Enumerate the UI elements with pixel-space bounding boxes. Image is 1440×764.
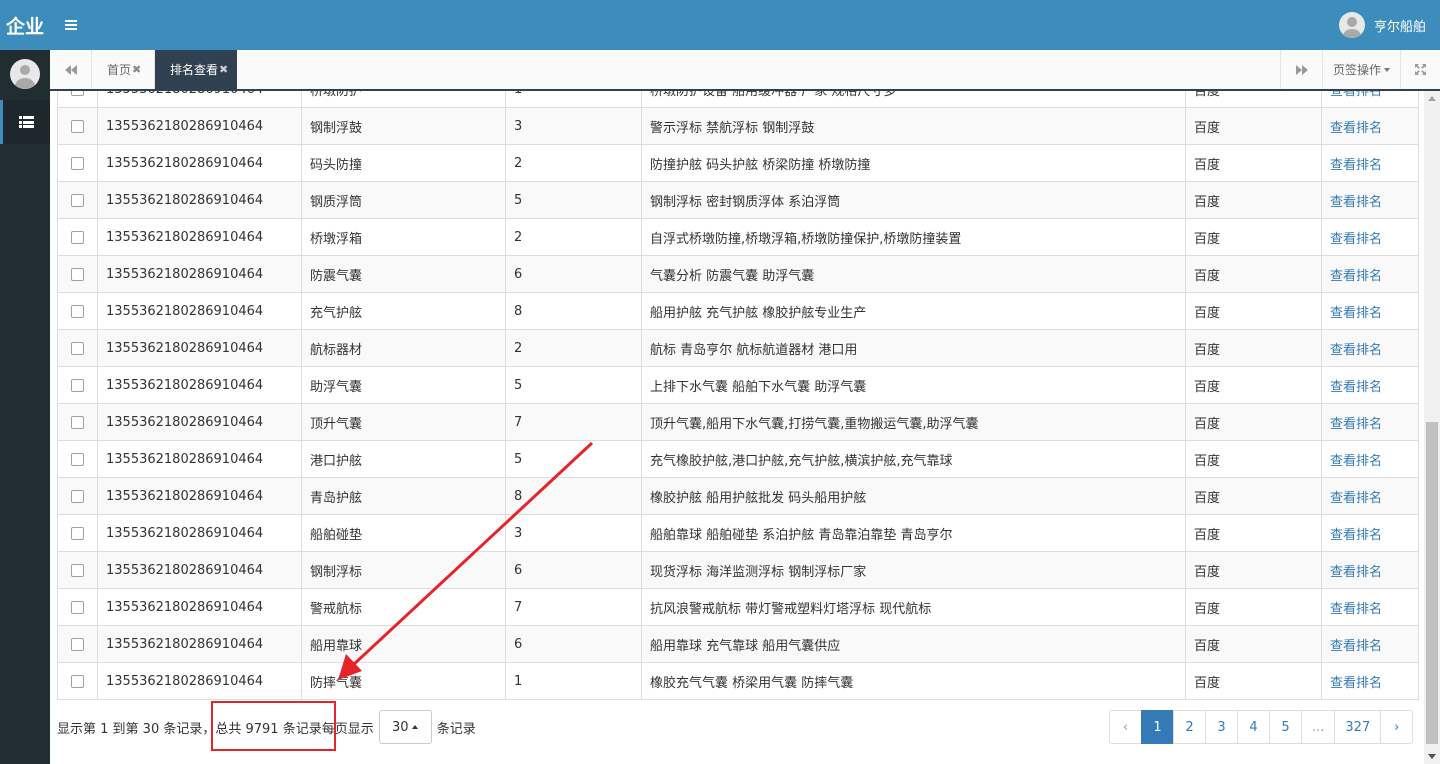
annotation-arrow [338,441,594,680]
